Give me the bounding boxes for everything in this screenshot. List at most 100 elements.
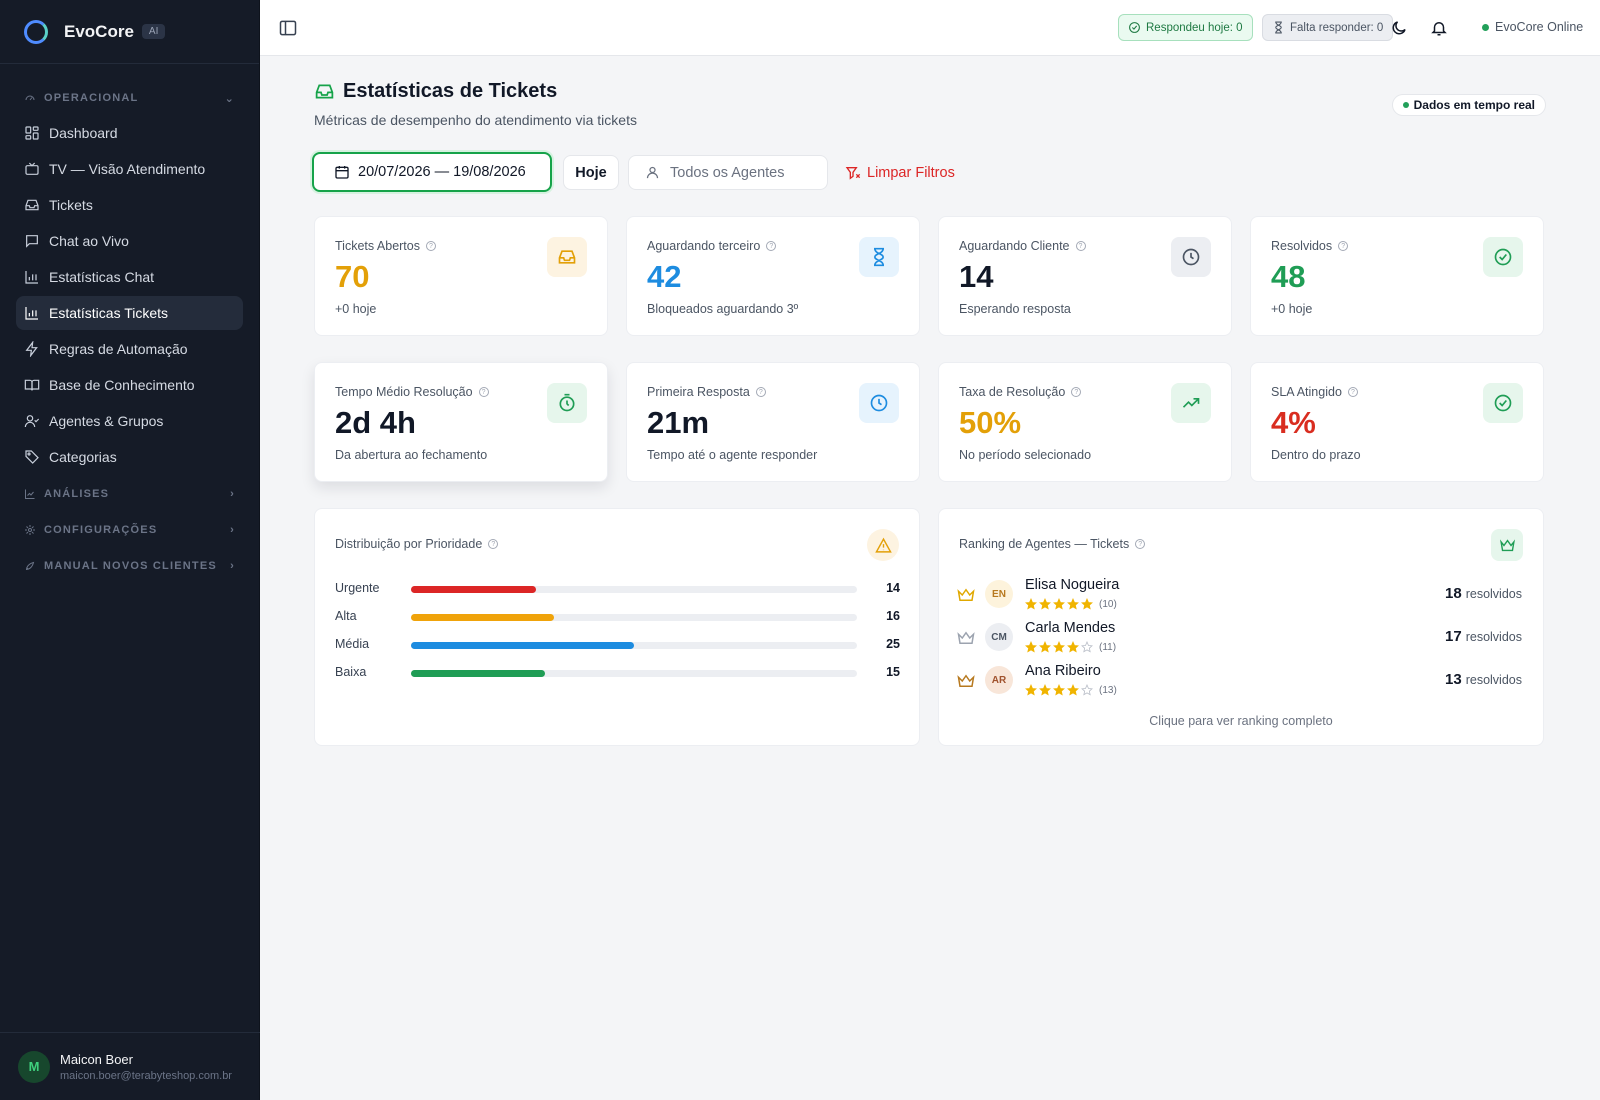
sidebar: EvoCore AI OPERACIONAL ⌄ Dashboard TV — … bbox=[0, 0, 260, 1100]
answered-today-badge: Respondeu hoje: 0 bbox=[1118, 14, 1253, 41]
sidebar-toggle-icon[interactable] bbox=[278, 18, 298, 38]
user-icon bbox=[646, 166, 659, 179]
ranking-footer-link[interactable]: Clique para ver ranking completo bbox=[939, 714, 1543, 728]
star-icon bbox=[1053, 684, 1065, 696]
stat-sub: Esperando resposta bbox=[959, 302, 1071, 316]
crown-icon bbox=[1491, 529, 1523, 561]
sidebar-item-agents[interactable]: Agentes & Grupos bbox=[16, 404, 243, 438]
stat-sub: Tempo até o agente responder bbox=[647, 448, 818, 462]
user-profile[interactable]: M Maicon Boer maicon.boer@terabyteshop.c… bbox=[0, 1032, 260, 1100]
priority-value: 15 bbox=[886, 665, 900, 679]
sidebar-item-label: Estatísticas Chat bbox=[49, 269, 155, 285]
stat-value: 2d 4h bbox=[335, 405, 416, 440]
inbox-icon bbox=[547, 237, 587, 277]
sidebar-item-dashboard[interactable]: Dashboard bbox=[16, 116, 243, 150]
sidebar-item-label: Categorias bbox=[49, 449, 117, 465]
help-icon[interactable]: ? bbox=[488, 539, 499, 549]
pending-badge: Falta responder: 0 bbox=[1262, 14, 1394, 41]
priority-row: Baixa 15 bbox=[335, 663, 900, 683]
clock-icon bbox=[1171, 237, 1211, 277]
help-icon[interactable]: ? bbox=[478, 387, 489, 397]
stat-card-resolved[interactable]: Resolvidos? 48 +0 hoje bbox=[1250, 216, 1544, 336]
priority-panel: Distribuição por Prioridade? Urgente 14 Al… bbox=[314, 508, 920, 746]
section-operacional[interactable]: OPERACIONAL ⌄ bbox=[16, 80, 243, 116]
inbox-icon bbox=[315, 84, 334, 99]
rating-count: (13) bbox=[1099, 684, 1117, 696]
priority-label: Média bbox=[335, 637, 370, 651]
help-icon[interactable]: ? bbox=[766, 241, 777, 251]
sidebar-item-stats-chat[interactable]: Estatísticas Chat bbox=[16, 260, 243, 294]
sidebar-item-categories[interactable]: Categorias bbox=[16, 440, 243, 474]
section-analises[interactable]: ANÁLISES › bbox=[16, 476, 243, 512]
rating-count: (10) bbox=[1099, 598, 1117, 610]
section-label: ANÁLISES bbox=[44, 488, 110, 500]
evocore-logo-icon bbox=[24, 19, 48, 44]
stat-value: 70 bbox=[335, 259, 370, 294]
sidebar-item-knowledge[interactable]: Base de Conhecimento bbox=[16, 368, 243, 402]
resolved-value: 18 bbox=[1445, 585, 1462, 602]
sidebar-item-tickets[interactable]: Tickets bbox=[16, 188, 243, 222]
help-icon[interactable]: ? bbox=[1135, 539, 1146, 549]
help-icon[interactable]: ? bbox=[426, 241, 436, 251]
sidebar-item-label: Regras de Automação bbox=[49, 341, 188, 357]
priority-title: Distribuição por Prioridade bbox=[335, 537, 483, 551]
gear-icon bbox=[24, 524, 36, 536]
help-icon[interactable]: ? bbox=[1071, 387, 1082, 397]
star-icon bbox=[1053, 598, 1065, 610]
moon-icon[interactable] bbox=[1390, 19, 1408, 37]
stat-card-avg-resolution[interactable]: Tempo Médio Resolução? 2d 4h Da abertura… bbox=[314, 362, 608, 482]
stat-label: Primeira Resposta bbox=[647, 385, 750, 399]
stat-card-third-party[interactable]: Aguardando terceiro? 42 Bloqueados aguar… bbox=[626, 216, 920, 336]
clear-filters-button[interactable]: Limpar Filtros bbox=[845, 155, 955, 190]
resolved-count: 17 resolvidos bbox=[1445, 628, 1522, 645]
sidebar-item-stats-tickets[interactable]: Estatísticas Tickets bbox=[16, 296, 243, 330]
avatar: CM bbox=[985, 623, 1013, 651]
ranking-row[interactable]: EN Elisa Nogueira (10) 18 resolvidos bbox=[957, 575, 1522, 615]
agent-name: Elisa Nogueira bbox=[1025, 577, 1120, 593]
user-email: maicon.boer@terabyteshop.com.br bbox=[60, 1069, 232, 1082]
stat-card-open[interactable]: Tickets Abertos? 70 +0 hoje bbox=[314, 216, 608, 336]
inbox-icon bbox=[24, 197, 40, 213]
agent-name: Carla Mendes bbox=[1025, 620, 1116, 636]
priority-row: Média 25 bbox=[335, 635, 900, 655]
stat-card-sla[interactable]: SLA Atingido? 4% Dentro do prazo bbox=[1250, 362, 1544, 482]
priority-bar-fill bbox=[411, 670, 545, 677]
star-icon bbox=[1039, 598, 1051, 610]
stat-label: Aguardando terceiro bbox=[647, 239, 761, 253]
stat-card-resolution-rate[interactable]: Taxa de Resolução? 50% No período seleci… bbox=[938, 362, 1232, 482]
sidebar-item-tv[interactable]: TV — Visão Atendimento bbox=[16, 152, 243, 186]
priority-bar-fill bbox=[411, 614, 554, 621]
sidebar-item-chat[interactable]: Chat ao Vivo bbox=[16, 224, 243, 258]
ranking-panel[interactable]: Ranking de Agentes — Tickets? EN Elisa No… bbox=[938, 508, 1544, 746]
clock-icon bbox=[859, 383, 899, 423]
priority-bar-track bbox=[411, 642, 857, 649]
today-button[interactable]: Hoje bbox=[563, 155, 619, 190]
stat-sub: Da abertura ao fechamento bbox=[335, 448, 488, 462]
clear-filters-label: Limpar Filtros bbox=[867, 164, 955, 181]
ranking-row[interactable]: AR Ana Ribeiro (13) 13 resolvidos bbox=[957, 661, 1522, 701]
help-icon[interactable]: ? bbox=[1347, 387, 1358, 397]
sidebar-item-automation[interactable]: Regras de Automação bbox=[16, 332, 243, 366]
resolved-value: 17 bbox=[1445, 628, 1462, 645]
rating-stars: (10) bbox=[1025, 598, 1117, 610]
user-name: Maicon Boer bbox=[60, 1051, 133, 1067]
stat-card-first-response[interactable]: Primeira Resposta? 21m Tempo até o agent… bbox=[626, 362, 920, 482]
sidebar-item-label: Chat ao Vivo bbox=[49, 233, 129, 249]
bell-icon[interactable] bbox=[1430, 19, 1448, 37]
star-icon bbox=[1025, 684, 1037, 696]
realtime-text: Dados em tempo real bbox=[1413, 98, 1535, 112]
section-configuracoes[interactable]: CONFIGURAÇÕES › bbox=[16, 512, 243, 548]
resolved-value: 13 bbox=[1445, 671, 1462, 688]
date-range-picker[interactable]: 20/07/2026 — 19/08/2026 bbox=[312, 152, 552, 192]
section-manual[interactable]: MANUAL NOVOS CLIENTES › bbox=[16, 548, 243, 584]
brand[interactable]: EvoCore AI bbox=[0, 0, 259, 64]
help-icon[interactable]: ? bbox=[1075, 241, 1086, 251]
warning-icon bbox=[867, 529, 899, 561]
help-icon[interactable]: ? bbox=[755, 387, 766, 397]
help-icon[interactable]: ? bbox=[1338, 241, 1349, 251]
star-icon bbox=[1081, 598, 1093, 610]
hourglass-icon bbox=[1275, 21, 1282, 34]
ranking-row[interactable]: CM Carla Mendes (11) 17 resolvidos bbox=[957, 618, 1522, 658]
stat-card-customer[interactable]: Aguardando Cliente? 14 Esperando respost… bbox=[938, 216, 1232, 336]
agents-select[interactable]: Todos os Agentes bbox=[628, 155, 828, 190]
